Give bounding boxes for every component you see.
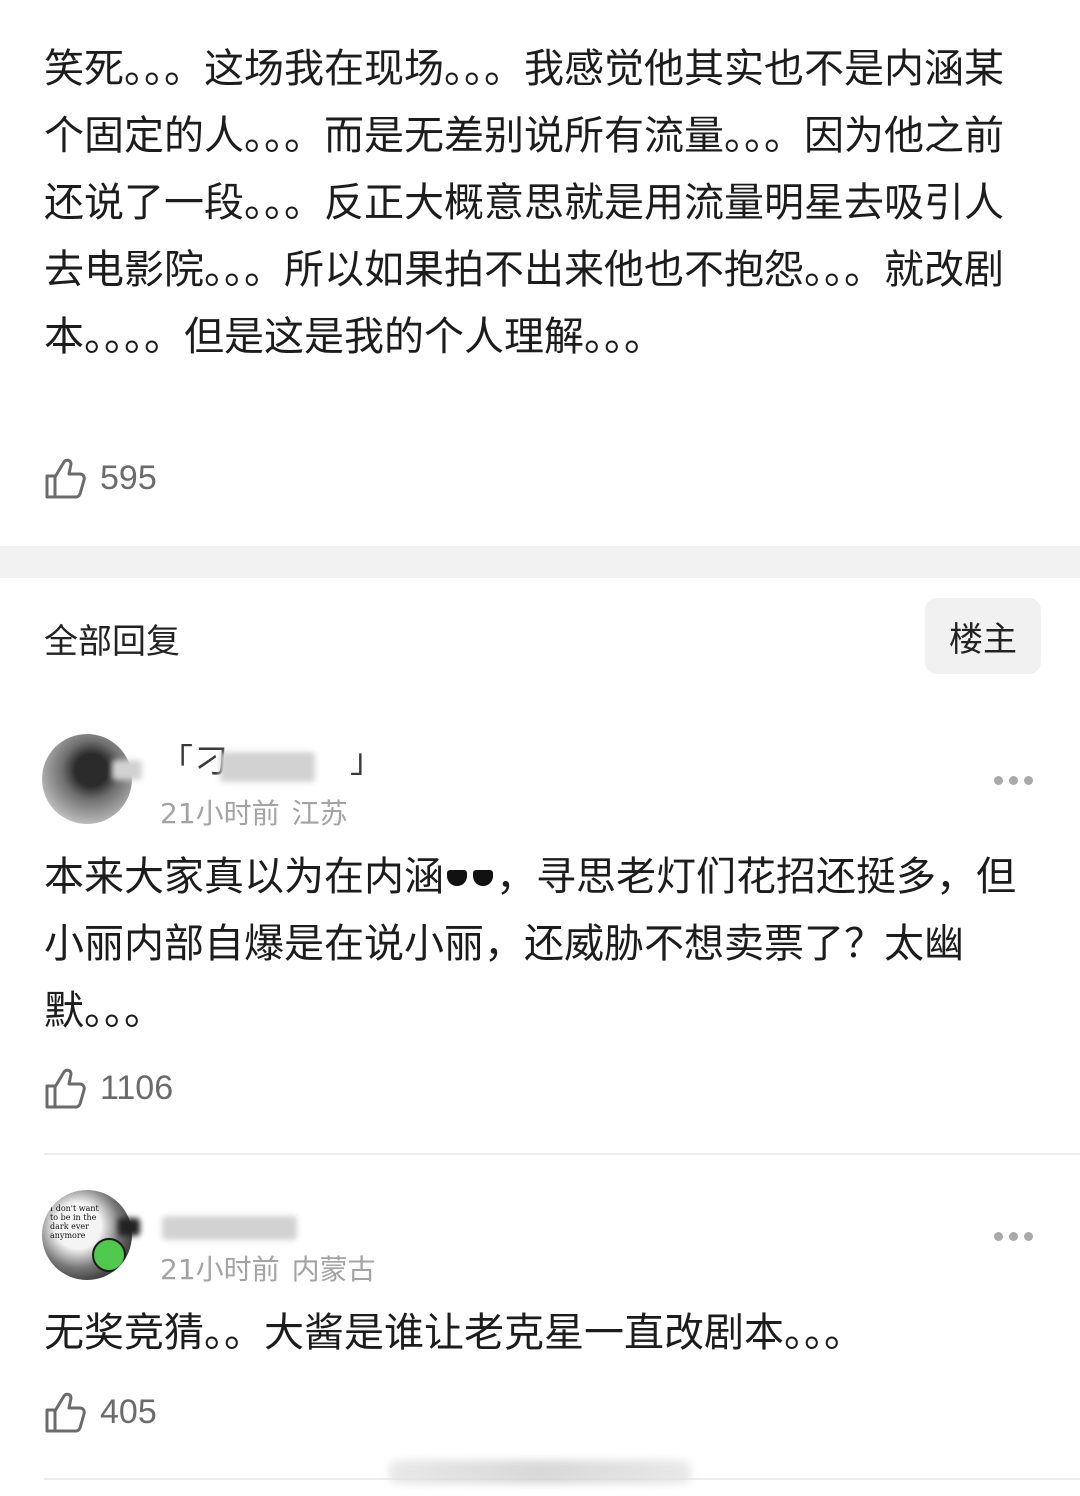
reply-separator bbox=[44, 1153, 1080, 1155]
reply-text-part: 本来大家真以为在内涵 bbox=[44, 854, 444, 900]
thumbs-up-icon bbox=[45, 458, 86, 499]
replies-header: 全部回复 楼主 bbox=[0, 578, 1080, 688]
reply-time: 21小时前 bbox=[160, 797, 280, 830]
thumbs-up-icon bbox=[45, 1392, 86, 1433]
alien-icon bbox=[92, 1238, 126, 1272]
like-count: 595 bbox=[100, 458, 157, 497]
reply-meta: 21小时前 内蒙古 bbox=[160, 1248, 376, 1288]
main-comment: 笑死。。。这场我在现场。。。我感觉他其实也不是内涵某个固定的人。。。而是无差别说… bbox=[0, 0, 1080, 546]
like-count: 405 bbox=[100, 1392, 157, 1431]
redaction-blur bbox=[118, 1218, 140, 1236]
thumbs-up-icon bbox=[45, 1068, 86, 1109]
reply-location: 江苏 bbox=[291, 797, 348, 830]
redaction-blur bbox=[162, 1216, 297, 1240]
redaction-blur bbox=[112, 760, 142, 780]
main-comment-text: 笑死。。。这场我在现场。。。我感觉他其实也不是内涵某个固定的人。。。而是无差别说… bbox=[44, 46, 1004, 360]
redaction-blur bbox=[220, 752, 315, 782]
like-count: 1106 bbox=[100, 1068, 174, 1107]
section-divider bbox=[0, 546, 1080, 578]
like-button[interactable]: 595 bbox=[44, 456, 157, 500]
reply-text: 本来大家真以为在内涵 ，寻思老灯们花招还挺多，但小丽内部自爆是在说小丽，还威胁不想… bbox=[44, 844, 1034, 1045]
watermark-blur bbox=[388, 1460, 692, 1484]
reply-text: 无奖竞猜。。大酱是谁让老克星一直改剧本。。。 bbox=[44, 1310, 864, 1356]
sunglasses-icon bbox=[446, 868, 494, 890]
more-options-icon[interactable] bbox=[994, 1232, 1033, 1241]
replies-title: 全部回复 bbox=[44, 622, 180, 662]
reply-location: 内蒙古 bbox=[291, 1253, 376, 1286]
username-end: 」 bbox=[350, 741, 385, 780]
reply-time: 21小时前 bbox=[160, 1253, 280, 1286]
avatar-text: I don't want to be in the dark ever anym… bbox=[50, 1204, 99, 1240]
reply-meta: 21小时前 江苏 bbox=[160, 792, 348, 832]
op-only-filter-button[interactable]: 楼主 bbox=[925, 598, 1041, 674]
more-options-icon[interactable] bbox=[994, 776, 1033, 785]
like-button[interactable]: 1106 bbox=[44, 1066, 173, 1110]
like-button[interactable]: 405 bbox=[44, 1390, 157, 1434]
